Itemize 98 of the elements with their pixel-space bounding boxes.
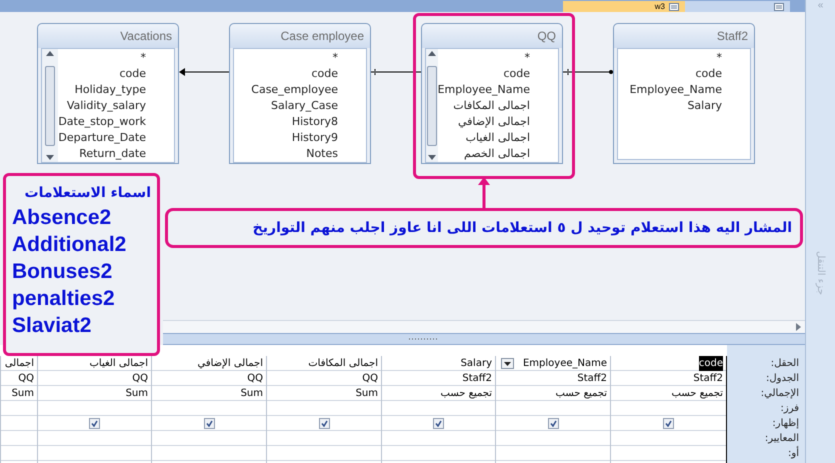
query-name: Slaviat2 xyxy=(12,313,92,339)
total-cell-text: تجميع حسب xyxy=(672,386,723,400)
down-arrow-icon[interactable] xyxy=(46,155,54,160)
field-name[interactable]: Notes xyxy=(306,146,338,162)
check-icon xyxy=(206,420,212,426)
show-checkbox[interactable] xyxy=(89,418,100,428)
field-name[interactable]: * xyxy=(332,50,338,66)
field-name[interactable]: code xyxy=(311,66,338,82)
show-checkbox[interactable] xyxy=(548,418,558,428)
field-name[interactable]: * xyxy=(140,50,146,66)
total-cell-text: Sum xyxy=(356,386,378,400)
field-cell[interactable]: code xyxy=(698,356,723,370)
field-name[interactable]: اجمالى الغياب xyxy=(466,130,530,146)
field-name[interactable]: History9 xyxy=(292,130,338,146)
query-name: Absence2 xyxy=(12,205,112,231)
row-label: المعايير: xyxy=(764,432,799,446)
document-icon xyxy=(774,2,784,10)
field-name[interactable]: History8 xyxy=(292,114,338,130)
row-label: الجدول: xyxy=(765,372,799,386)
up-arrow-icon[interactable] xyxy=(428,51,436,56)
right-arrow-icon[interactable] xyxy=(796,323,801,331)
annotation-title: اسماء الاستعلامات xyxy=(24,184,151,203)
field-name[interactable]: Departure_Date xyxy=(58,130,146,146)
query-name: Additional2 xyxy=(12,232,128,258)
table-cell-text: Staff2 xyxy=(693,372,723,386)
field-cell[interactable]: Salary xyxy=(460,356,492,370)
scrollbar[interactable] xyxy=(426,49,438,162)
field-name[interactable]: Employee_Name xyxy=(438,82,530,98)
field-name[interactable]: اجمالى المكافات xyxy=(453,98,530,114)
query-name: penalties2 xyxy=(12,286,116,312)
table-cell-text: QQ xyxy=(18,372,34,386)
show-checkbox[interactable] xyxy=(433,418,444,428)
table-cell-text: QQ xyxy=(132,372,148,386)
scrollbar-thumb[interactable] xyxy=(426,66,437,146)
up-arrow-icon[interactable] xyxy=(46,51,54,56)
field-cell[interactable]: اجمالى المكافات xyxy=(308,356,378,370)
total-cell-text: Sum xyxy=(12,386,34,400)
field-name[interactable]: * xyxy=(524,50,530,66)
row-label: فرز: xyxy=(780,402,799,416)
table-box[interactable]: Staff2 * code Employee_Name Salary xyxy=(613,23,755,164)
field-name[interactable]: code xyxy=(503,66,530,82)
field-name[interactable]: Return_date xyxy=(79,146,146,162)
relationship-line xyxy=(179,68,229,76)
field-cell[interactable]: اجمالى الإضافي xyxy=(198,356,263,370)
check-icon xyxy=(91,420,98,426)
check-icon xyxy=(435,420,442,426)
show-checkbox[interactable] xyxy=(663,418,674,428)
row-label: أو: xyxy=(787,446,799,461)
field-name[interactable]: Salary xyxy=(687,98,722,114)
show-checkbox[interactable] xyxy=(318,418,330,428)
scrollbar-thumb[interactable] xyxy=(45,66,55,146)
relationship-line xyxy=(371,68,421,76)
field-name[interactable]: * xyxy=(716,50,722,66)
down-arrow-icon[interactable] xyxy=(428,155,436,160)
table-title: QQ xyxy=(422,24,562,48)
show-checkbox[interactable] xyxy=(204,418,214,428)
relationship-line xyxy=(563,68,613,76)
check-icon xyxy=(665,420,672,426)
table-box[interactable]: Case employee * code Case_employee Salary_Case History8 History9 Notes xyxy=(229,23,371,164)
dropdown-icon[interactable] xyxy=(501,358,514,368)
table-title: Staff2 xyxy=(614,24,754,48)
field-cell[interactable]: اجمالى الغياب xyxy=(90,356,148,370)
row-label: إظهار: xyxy=(771,417,799,431)
field-name[interactable]: Date_stop_work xyxy=(58,114,146,130)
table-box[interactable]: Vacations * code Holiday_type Validity_salary Date_stop_work Departure_Date Return_date xyxy=(37,23,179,164)
field-name[interactable]: Employee_Name xyxy=(630,82,722,98)
row-label: الإجمالي: xyxy=(760,387,799,401)
table-cell-text: Staff2 xyxy=(462,372,492,386)
table-title: Case employee xyxy=(230,24,370,48)
table-cell-text: QQ xyxy=(247,372,263,386)
field-cell[interactable]: اجمالى xyxy=(4,356,34,370)
table-cell-text: QQ xyxy=(362,372,378,386)
document-tab[interactable] xyxy=(685,1,790,12)
table-cell-text: Staff2 xyxy=(577,372,607,386)
field-name[interactable]: Validity_salary xyxy=(66,98,146,114)
field-name[interactable]: code xyxy=(119,66,146,82)
total-cell-text: Sum xyxy=(126,386,148,400)
field-name[interactable]: Holiday_type xyxy=(74,82,146,98)
note-annotation: المشار اليه هذا استعلام توحيد ل ٥ استعلامات اللى انا عاوز اجلب منهم التواريخ xyxy=(165,208,803,248)
field-name[interactable]: اجمالى الإضافي xyxy=(458,114,530,130)
field-name[interactable]: اجمالى الخصم xyxy=(464,146,530,162)
field-name[interactable]: Case_employee xyxy=(251,82,338,98)
horizontal-scrollbar[interactable] xyxy=(163,320,805,333)
field-name[interactable]: code xyxy=(695,66,722,82)
total-cell-text: تجميع حسب xyxy=(440,386,492,400)
row-label: الحقل: xyxy=(770,357,799,371)
total-cell-text: Sum xyxy=(240,386,263,400)
field-name[interactable]: Salary_Case xyxy=(271,98,338,114)
check-icon xyxy=(320,420,328,426)
query-name: Bonuses2 xyxy=(12,259,114,285)
total-cell-text: تجميع حسب xyxy=(556,386,607,400)
check-icon xyxy=(550,420,556,426)
field-cell[interactable]: Employee_Name xyxy=(522,356,607,370)
scrollbar[interactable] xyxy=(42,49,58,162)
document-icon xyxy=(669,2,679,10)
pointer-arrow xyxy=(478,177,490,210)
table-title: Vacations xyxy=(38,24,178,48)
document-tab[interactable]: w3 xyxy=(563,1,685,12)
